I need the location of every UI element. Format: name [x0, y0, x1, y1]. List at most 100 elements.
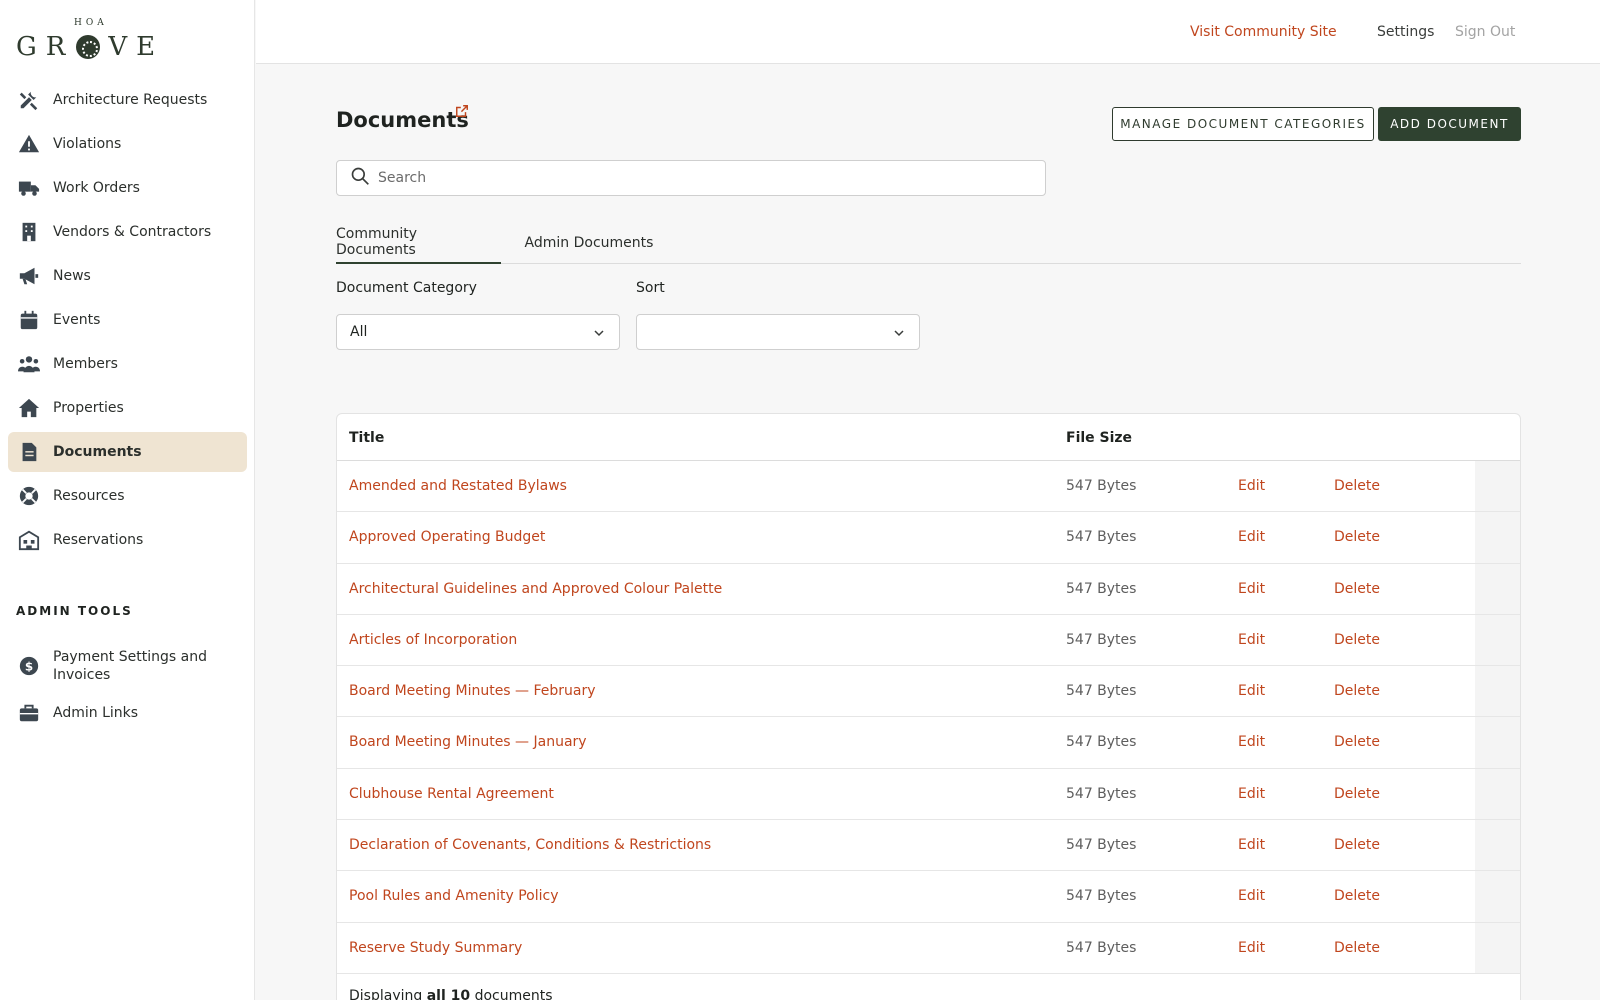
sidebar-item-events[interactable]: Events: [8, 300, 247, 340]
sidebar-item-violations[interactable]: Violations: [8, 124, 247, 164]
document-tabs: Community Documents Admin Documents: [336, 222, 1521, 264]
sign-out-link[interactable]: Sign Out: [1455, 24, 1515, 40]
edit-link[interactable]: Edit: [1238, 581, 1265, 597]
sidebar-item-label: Violations: [53, 136, 122, 152]
tools-icon: [18, 89, 40, 111]
sidebar-item-payment-settings[interactable]: $ Payment Settings and Invoices: [8, 643, 247, 689]
delete-link[interactable]: Delete: [1334, 529, 1380, 545]
sidebar-item-work-orders[interactable]: Work Orders: [8, 168, 247, 208]
sidebar-item-reservations[interactable]: Reservations: [8, 520, 247, 560]
sidebar-item-label: Properties: [53, 400, 124, 416]
sidebar-item-label: Payment Settings and Invoices: [53, 649, 207, 683]
external-link-icon[interactable]: [455, 104, 469, 118]
add-document-button[interactable]: ADD DOCUMENT: [1378, 107, 1521, 141]
row-gutter: [1475, 717, 1520, 768]
sort-select[interactable]: [636, 314, 920, 350]
sidebar-item-vendors-contractors[interactable]: Vendors & Contractors: [8, 212, 247, 252]
delete-link[interactable]: Delete: [1334, 786, 1380, 802]
document-title-link[interactable]: Amended and Restated Bylaws: [349, 478, 567, 494]
users-icon: [18, 353, 40, 375]
sidebar-item-label: Resources: [53, 488, 125, 504]
document-icon: [18, 441, 40, 463]
dollar-icon: $: [18, 655, 40, 677]
sidebar-item-news[interactable]: News: [8, 256, 247, 296]
sidebar-item-architecture-requests[interactable]: Architecture Requests: [8, 80, 247, 120]
delete-link[interactable]: Delete: [1334, 478, 1380, 494]
edit-link[interactable]: Edit: [1238, 632, 1265, 648]
document-title-link[interactable]: Pool Rules and Amenity Policy: [349, 888, 559, 904]
edit-link[interactable]: Edit: [1238, 734, 1265, 750]
file-size: 547 Bytes: [1066, 580, 1137, 597]
svg-text:$: $: [25, 660, 33, 674]
sidebar-item-admin-links[interactable]: Admin Links: [8, 693, 247, 733]
column-header-title: Title: [349, 430, 385, 446]
delete-link[interactable]: Delete: [1334, 888, 1380, 904]
file-size: 547 Bytes: [1066, 734, 1137, 751]
table-row: Pool Rules and Amenity Policy 547 Bytes …: [337, 871, 1520, 923]
row-gutter: [1475, 666, 1520, 717]
visit-community-site-link[interactable]: Visit Community Site: [1190, 24, 1337, 40]
sidebar-item-resources[interactable]: Resources: [8, 476, 247, 516]
document-title-link[interactable]: Architectural Guidelines and Approved Co…: [349, 581, 722, 597]
settings-link[interactable]: Settings: [1377, 24, 1434, 40]
table-row: Reserve Study Summary 547 Bytes Edit Del…: [337, 922, 1520, 974]
document-category-label: Document Category: [336, 280, 477, 296]
search-icon: [350, 166, 370, 190]
table-header: Title File Size: [337, 414, 1520, 461]
column-header-file-size: File Size: [1066, 430, 1133, 446]
footer-prefix: Displaying: [349, 988, 427, 1000]
top-bar: Visit Community Site Settings Sign Out: [256, 0, 1600, 64]
row-gutter: [1475, 922, 1520, 973]
file-size: 547 Bytes: [1066, 631, 1137, 648]
sidebar-item-label: Reservations: [53, 532, 144, 548]
edit-link[interactable]: Edit: [1238, 683, 1265, 699]
sort-label: Sort: [636, 280, 665, 296]
hoa-grove-logo[interactable]: HOA GR VE: [16, 18, 176, 64]
sidebar: HOA GR VE Architecture Requests Violatio…: [0, 0, 255, 1000]
document-title-link[interactable]: Board Meeting Minutes — January: [349, 734, 587, 750]
manage-document-categories-button[interactable]: MANAGE DOCUMENT CATEGORIES: [1112, 107, 1374, 141]
sidebar-nav: Architecture Requests Violations Work Or…: [8, 80, 247, 564]
delete-link[interactable]: Delete: [1334, 683, 1380, 699]
row-gutter: [1475, 820, 1520, 871]
document-title-link[interactable]: Declaration of Covenants, Conditions & R…: [349, 837, 711, 853]
logo-hoa-text: HOA: [74, 18, 108, 28]
delete-link[interactable]: Delete: [1334, 734, 1380, 750]
edit-link[interactable]: Edit: [1238, 888, 1265, 904]
sidebar-item-label: Members: [53, 356, 118, 372]
sidebar-item-label: Vendors & Contractors: [53, 224, 212, 240]
document-title-link[interactable]: Clubhouse Rental Agreement: [349, 786, 554, 802]
sidebar-item-documents[interactable]: Documents: [8, 432, 247, 472]
delete-link[interactable]: Delete: [1334, 632, 1380, 648]
tab-community-documents[interactable]: Community Documents: [336, 222, 501, 264]
table-row: Clubhouse Rental Agreement 547 Bytes Edi…: [337, 768, 1520, 821]
sidebar-item-label: Events: [53, 312, 101, 328]
document-category-select[interactable]: All: [336, 314, 620, 350]
document-title-link[interactable]: Approved Operating Budget: [349, 529, 545, 545]
document-title-link[interactable]: Reserve Study Summary: [349, 940, 522, 956]
documents-table: Title File Size Amended and Restated Byl…: [336, 413, 1521, 1000]
table-row: Declaration of Covenants, Conditions & R…: [337, 820, 1520, 872]
tab-admin-documents[interactable]: Admin Documents: [523, 222, 655, 264]
edit-link[interactable]: Edit: [1238, 529, 1265, 545]
sidebar-item-members[interactable]: Members: [8, 344, 247, 384]
file-size: 547 Bytes: [1066, 529, 1137, 546]
admin-tools-heading: ADMIN TOOLS: [16, 604, 133, 618]
sidebar-item-properties[interactable]: Properties: [8, 388, 247, 428]
footer-count: all 10: [426, 988, 471, 1000]
table-row: Articles of Incorporation 547 Bytes Edit…: [337, 614, 1520, 667]
edit-link[interactable]: Edit: [1238, 786, 1265, 802]
logo-wordmark: GR VE: [16, 32, 164, 62]
delete-link[interactable]: Delete: [1334, 837, 1380, 853]
edit-link[interactable]: Edit: [1238, 837, 1265, 853]
delete-link[interactable]: Delete: [1334, 940, 1380, 956]
table-row: Board Meeting Minutes — January 547 Byte…: [337, 717, 1520, 769]
document-title-link[interactable]: Board Meeting Minutes — February: [349, 683, 596, 699]
edit-link[interactable]: Edit: [1238, 478, 1265, 494]
home-icon: [18, 397, 40, 419]
edit-link[interactable]: Edit: [1238, 940, 1265, 956]
document-title-link[interactable]: Articles of Incorporation: [349, 632, 517, 648]
search-input[interactable]: [378, 170, 1018, 186]
row-gutter: [1475, 871, 1520, 922]
delete-link[interactable]: Delete: [1334, 581, 1380, 597]
